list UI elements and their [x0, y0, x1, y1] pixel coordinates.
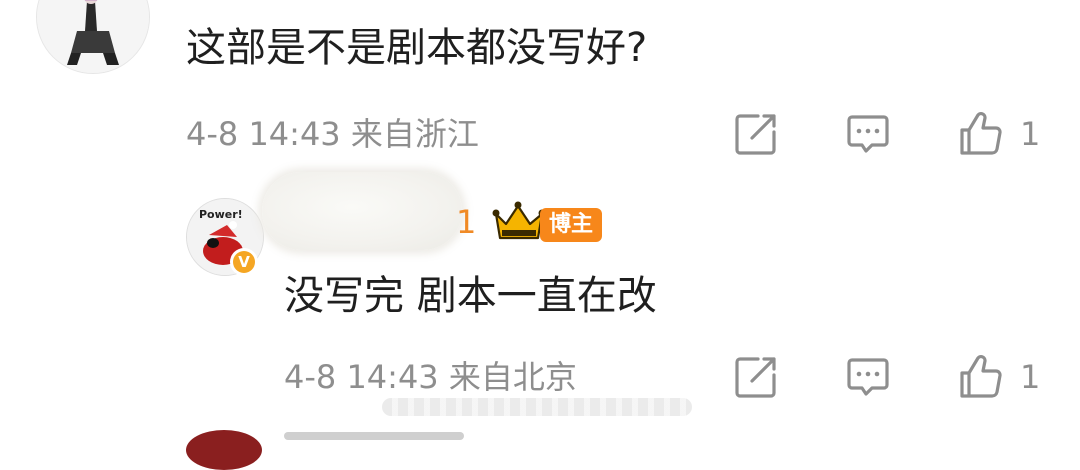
- comment-date: 4-8 14:43: [186, 115, 341, 153]
- comment-meta: 4-8 14:43 来自浙江: [186, 114, 479, 154]
- reply-location: 来自北京: [448, 358, 577, 396]
- blurred-username[interactable]: [262, 172, 462, 250]
- reply-text: 没写完 剧本一直在改: [284, 273, 657, 319]
- share-icon: [735, 114, 776, 155]
- avatar-caption: Power!: [199, 208, 243, 221]
- share-icon: [735, 357, 776, 398]
- next-avatar[interactable]: [186, 430, 262, 470]
- comment-text: 这部是不是剧本都没写好?: [186, 25, 648, 71]
- username-tail[interactable]: 1: [456, 202, 476, 242]
- avatar-illustration: [37, 0, 149, 73]
- comment-location: 来自浙江: [350, 115, 479, 153]
- reply-share-button[interactable]: [732, 353, 780, 401]
- comment-icon: [847, 358, 889, 396]
- verified-mark: V: [233, 251, 255, 273]
- like-icon: [960, 355, 1002, 398]
- watermark-strip: [382, 398, 692, 416]
- reply-like-count: 1: [1020, 358, 1041, 396]
- next-comment-preview: [284, 432, 464, 440]
- reply-comment-button[interactable]: [844, 353, 892, 401]
- like-button[interactable]: [956, 110, 1004, 158]
- verified-badge: V: [230, 248, 258, 276]
- reply-date: 4-8 14:43: [284, 358, 439, 396]
- reply-like-button[interactable]: [956, 353, 1004, 401]
- like-icon: [960, 112, 1002, 155]
- reply-button[interactable]: [844, 110, 892, 158]
- reply-meta: 4-8 14:43 来自北京: [284, 357, 577, 397]
- author-badge: 博主: [540, 208, 603, 242]
- comment-icon: [847, 115, 889, 153]
- share-button[interactable]: [732, 110, 780, 158]
- like-count: 1: [1020, 115, 1041, 153]
- commenter-avatar[interactable]: [36, 0, 150, 74]
